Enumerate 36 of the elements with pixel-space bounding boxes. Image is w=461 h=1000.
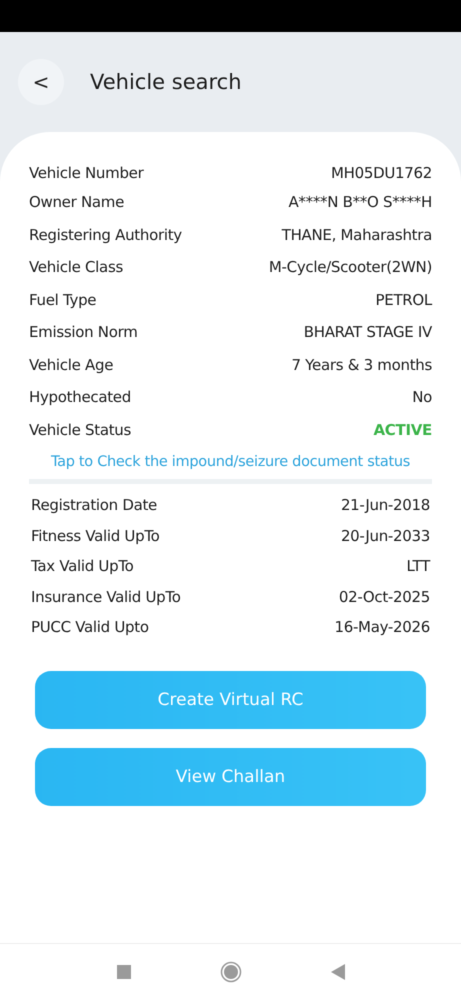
field-value: A****N B**O S****H (288, 193, 432, 212)
back-icon[interactable] (330, 963, 346, 981)
field-value: 02-Oct-2025 (338, 588, 430, 606)
field-label: Emission Norm (29, 323, 138, 342)
field-value: BHARAT STAGE IV (304, 323, 432, 342)
field-value: THANE, Maharashtra (282, 226, 432, 244)
field-label: Vehicle Class (29, 258, 123, 276)
field-value: PETROL (376, 290, 432, 309)
field-value: No (412, 388, 432, 406)
field-label: Owner Name (29, 193, 124, 212)
field-value: M-Cycle/Scooter(2WN) (268, 258, 432, 276)
field-value: 20-Jun-2033 (340, 526, 430, 545)
field-label: Vehicle Age (29, 356, 114, 374)
action-button[interactable]: View Challan (35, 748, 426, 806)
home-icon[interactable] (220, 961, 242, 983)
field-label: Insurance Valid UpTo (31, 588, 181, 606)
recents-icon[interactable] (116, 964, 132, 980)
field-value: MH05DU1762 (330, 164, 432, 182)
page-title: Vehicle search (90, 70, 242, 94)
field-label: Tax Valid UpTo (31, 557, 134, 576)
field-value: 7 Years & 3 months (291, 356, 432, 374)
impound-status-link[interactable]: Tap to Check the impound/seizure document status (29, 454, 432, 470)
field-label: Fuel Type (29, 290, 96, 309)
field-value: 16-May-2026 (334, 618, 430, 636)
field-label: Registering Authority (29, 226, 182, 244)
field-value: ACTIVE (374, 420, 432, 439)
field-label: Vehicle Status (29, 420, 132, 439)
action-button[interactable]: Create Virtual RC (35, 670, 426, 728)
back-button[interactable]: < (18, 59, 64, 105)
field-label: Registration Date (31, 496, 157, 514)
field-label: Fitness Valid UpTo (31, 526, 160, 545)
field-value: 21-Jun-2018 (340, 496, 430, 514)
field-value: LTT (406, 557, 430, 576)
field-label: Hypothecated (29, 388, 131, 406)
field-label: PUCC Valid Upto (31, 618, 149, 636)
field-label: Vehicle Number (29, 164, 144, 182)
